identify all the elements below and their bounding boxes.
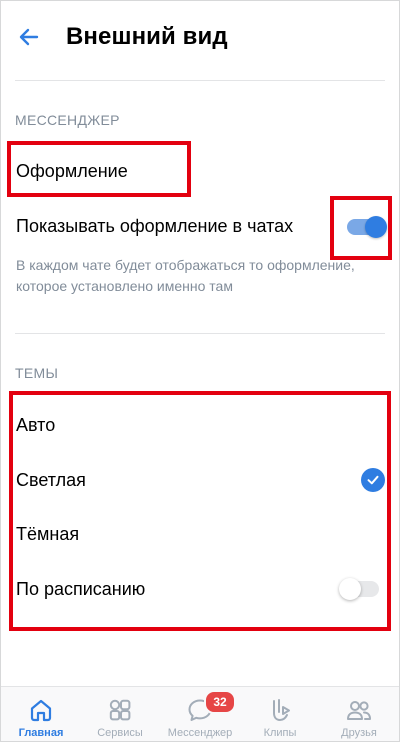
checkmark-icon [361, 468, 385, 492]
appearance-row[interactable]: Оформление [16, 159, 128, 183]
tab-friends[interactable]: Друзья [319, 687, 399, 741]
theme-option-light[interactable]: Светлая [16, 468, 86, 492]
home-icon [30, 699, 52, 722]
toggle-knob [339, 578, 361, 600]
friends-icon [347, 701, 371, 720]
tab-label: Главная [18, 727, 64, 739]
services-grid-icon [109, 699, 131, 721]
tab-messenger[interactable]: 32 Мессенджер [160, 687, 240, 741]
show-in-chats-label: Показывать оформление в чатах [16, 216, 294, 236]
header: Внешний вид [1, 1, 399, 73]
section-header-messenger: МЕССЕНДЖЕР [15, 112, 120, 128]
arrow-left-icon [19, 28, 39, 46]
theme-option-schedule[interactable]: По расписанию [16, 577, 145, 601]
bottom-tab-bar: Главная Сервисы 32 Мессенджер Клипы Друз… [1, 686, 399, 741]
back-button[interactable] [15, 23, 43, 51]
tab-label: Друзья [341, 727, 377, 739]
theme-option-auto[interactable]: Авто [16, 413, 55, 437]
show-in-chats-description: В каждом чате будет отображаться то офор… [16, 257, 355, 294]
tab-clips[interactable]: Клипы [240, 687, 320, 741]
divider [15, 333, 385, 334]
screen: Внешний вид МЕССЕНДЖЕР Оформление Показы… [0, 0, 400, 742]
page-title: Внешний вид [66, 23, 228, 50]
tab-home[interactable]: Главная [1, 687, 81, 741]
schedule-toggle[interactable] [339, 578, 379, 600]
tab-services[interactable]: Сервисы [80, 687, 160, 741]
tab-label: Мессенджер [167, 727, 233, 739]
clips-icon [273, 699, 290, 722]
theme-option-dark[interactable]: Тёмная [16, 522, 79, 546]
unread-badge: 32 [204, 690, 236, 714]
toggle-knob [365, 216, 387, 238]
tab-label: Клипы [263, 727, 297, 739]
show-in-chats-toggle[interactable] [347, 216, 387, 238]
section-header-themes: ТЕМЫ [15, 365, 59, 381]
divider [15, 80, 385, 81]
tab-label: Сервисы [97, 727, 143, 739]
